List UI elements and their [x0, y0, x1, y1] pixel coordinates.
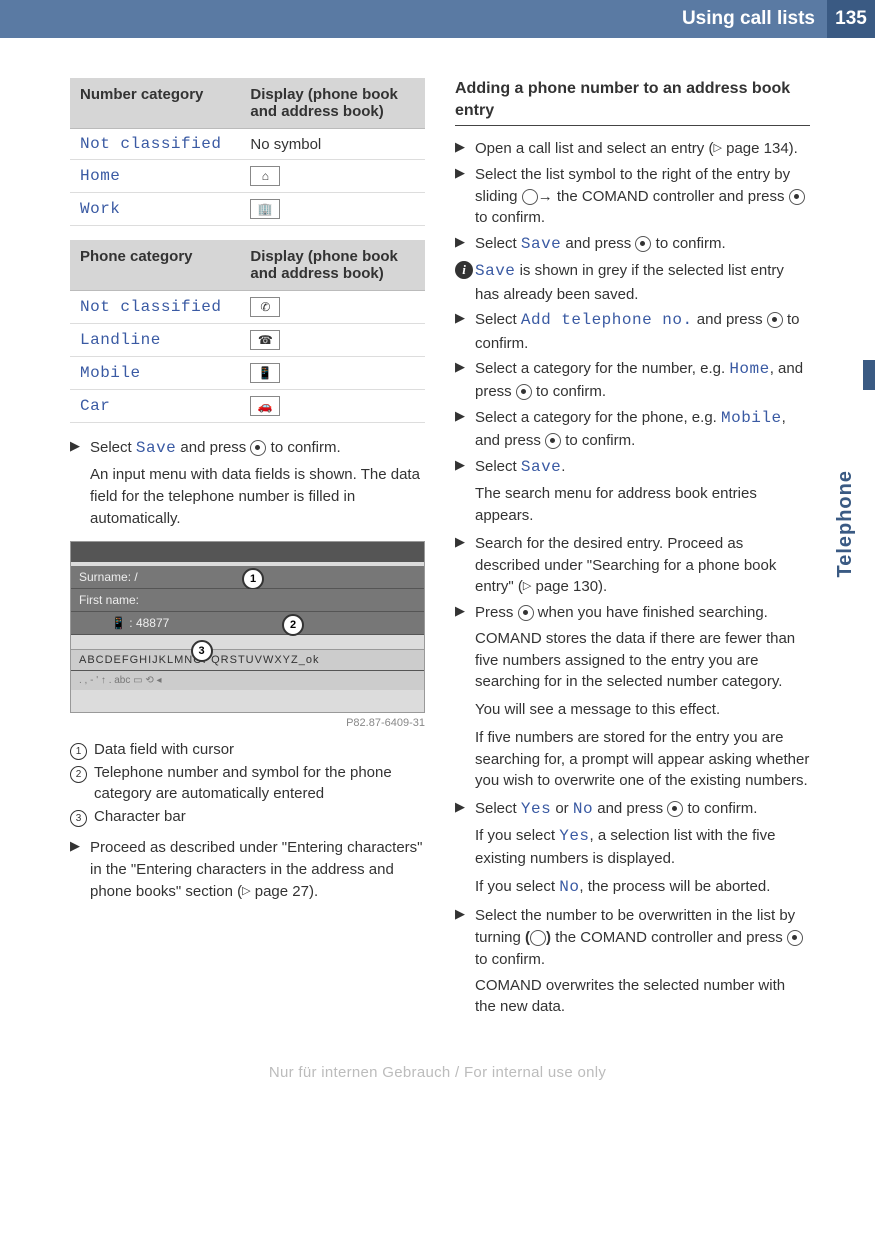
category-label: Car	[70, 390, 240, 423]
instruction-step: ▶ Select Save and press to confirm.	[70, 437, 425, 460]
instruction-step: ▶ Search for the desired entry. Proceed …	[455, 533, 810, 598]
callout-1: 1	[242, 568, 264, 590]
category-display: 🚗	[240, 390, 425, 423]
category-label: Home	[70, 160, 240, 193]
press-icon	[516, 384, 532, 400]
category-display: ☎	[240, 324, 425, 357]
instruction-continuation: If five numbers are stored for the entry…	[475, 727, 810, 792]
instruction-continuation: The search menu for address book entries…	[475, 483, 810, 527]
slide-icon	[522, 189, 538, 205]
category-display: 📱	[240, 357, 425, 390]
category-display: ✆	[240, 291, 425, 324]
legend-item: 2Telephone number and symbol for the pho…	[70, 762, 425, 804]
table-row: Not classified No symbol	[70, 129, 425, 160]
table-row: Not classified ✆	[70, 291, 425, 324]
turn-icon	[530, 930, 546, 946]
work-icon: 🏢	[250, 199, 280, 219]
phone-icon: ✆	[250, 297, 280, 317]
instruction-continuation: An input menu with data fields is shown.…	[90, 464, 425, 529]
instruction-step: ▶ Select Add telephone no. and press to …	[455, 309, 810, 354]
instruction-step: ▶ Select Save and press to confirm.	[455, 233, 810, 256]
instruction-step: ▶ Select Yes or No and press to confirm.	[455, 798, 810, 821]
category-label: Not classified	[70, 129, 240, 160]
press-icon	[518, 605, 534, 621]
press-icon	[789, 189, 805, 205]
section-heading: Adding a phone number to an address book…	[455, 78, 810, 126]
legend-item: 3Character bar	[70, 806, 425, 827]
mobile-icon: 📱	[250, 363, 280, 383]
instruction-continuation: COMAND stores the data if there are fewe…	[475, 628, 810, 693]
press-icon	[545, 433, 561, 449]
home-icon: ⌂	[250, 166, 280, 186]
category-label: Not classified	[70, 291, 240, 324]
instruction-step: ▶ Press when you have finished searching…	[455, 602, 810, 624]
instruction-continuation: COMAND overwrites the selected number wi…	[475, 975, 810, 1019]
instruction-continuation: If you select No, the process will be ab…	[475, 876, 810, 899]
table-row: Landline ☎	[70, 324, 425, 357]
press-icon	[667, 801, 683, 817]
section-label: Telephone	[834, 470, 857, 578]
press-icon	[767, 312, 783, 328]
instruction-continuation: You will see a message to this effect.	[475, 699, 810, 721]
number-category-table: Number category Display (phone book and …	[70, 78, 425, 226]
comand-screenshot: Surname: / 1 First name: 📱 : 48877 2 ABC…	[70, 541, 425, 713]
callout-2: 2	[282, 614, 304, 636]
section-tab	[863, 360, 875, 390]
category-display: ⌂	[240, 160, 425, 193]
page-number: 135	[827, 0, 875, 38]
header-title: Using call lists	[682, 8, 827, 30]
table-header: Display (phone book and address book)	[240, 78, 425, 129]
category-label: Work	[70, 193, 240, 226]
instruction-step: ▶ Select the list symbol to the right of…	[455, 164, 810, 229]
info-note: i Save is shown in grey if the selected …	[455, 260, 810, 305]
instruction-step: ▶ Select Save.	[455, 456, 810, 479]
table-row: Mobile 📱	[70, 357, 425, 390]
footer-watermark: Nur für internen Gebrauch / For internal…	[0, 1064, 875, 1097]
category-label: Mobile	[70, 357, 240, 390]
figure-code: P82.87-6409-31	[70, 717, 425, 729]
landline-icon: ☎	[250, 330, 280, 350]
press-icon	[250, 440, 266, 456]
legend-item: 1Data field with cursor	[70, 739, 425, 760]
instruction-step: ▶ Proceed as described under "Entering c…	[70, 837, 425, 902]
table-header: Number category	[70, 78, 240, 129]
table-header: Display (phone book and address book)	[240, 240, 425, 291]
instruction-step: ▶ Open a call list and select an entry (…	[455, 138, 810, 160]
instruction-step: ▶ Select a category for the number, e.g.…	[455, 358, 810, 403]
category-display: 🏢	[240, 193, 425, 226]
press-icon	[787, 930, 803, 946]
info-icon: i	[455, 261, 473, 279]
table-header: Phone category	[70, 240, 240, 291]
car-icon: 🚗	[250, 396, 280, 416]
instruction-step: ▶ Select a category for the phone, e.g. …	[455, 407, 810, 452]
instruction-continuation: If you select Yes, a selection list with…	[475, 825, 810, 870]
table-row: Home ⌂	[70, 160, 425, 193]
page-header: Using call lists 135	[0, 0, 875, 38]
right-column: Adding a phone number to an address book…	[455, 78, 810, 1024]
phone-category-table: Phone category Display (phone book and a…	[70, 240, 425, 423]
instruction-step: ▶ Select the number to be overwritten in…	[455, 905, 810, 970]
category-display: No symbol	[240, 129, 425, 160]
table-row: Work 🏢	[70, 193, 425, 226]
left-column: Number category Display (phone book and …	[70, 78, 425, 1024]
category-label: Landline	[70, 324, 240, 357]
table-row: Car 🚗	[70, 390, 425, 423]
press-icon	[635, 236, 651, 252]
